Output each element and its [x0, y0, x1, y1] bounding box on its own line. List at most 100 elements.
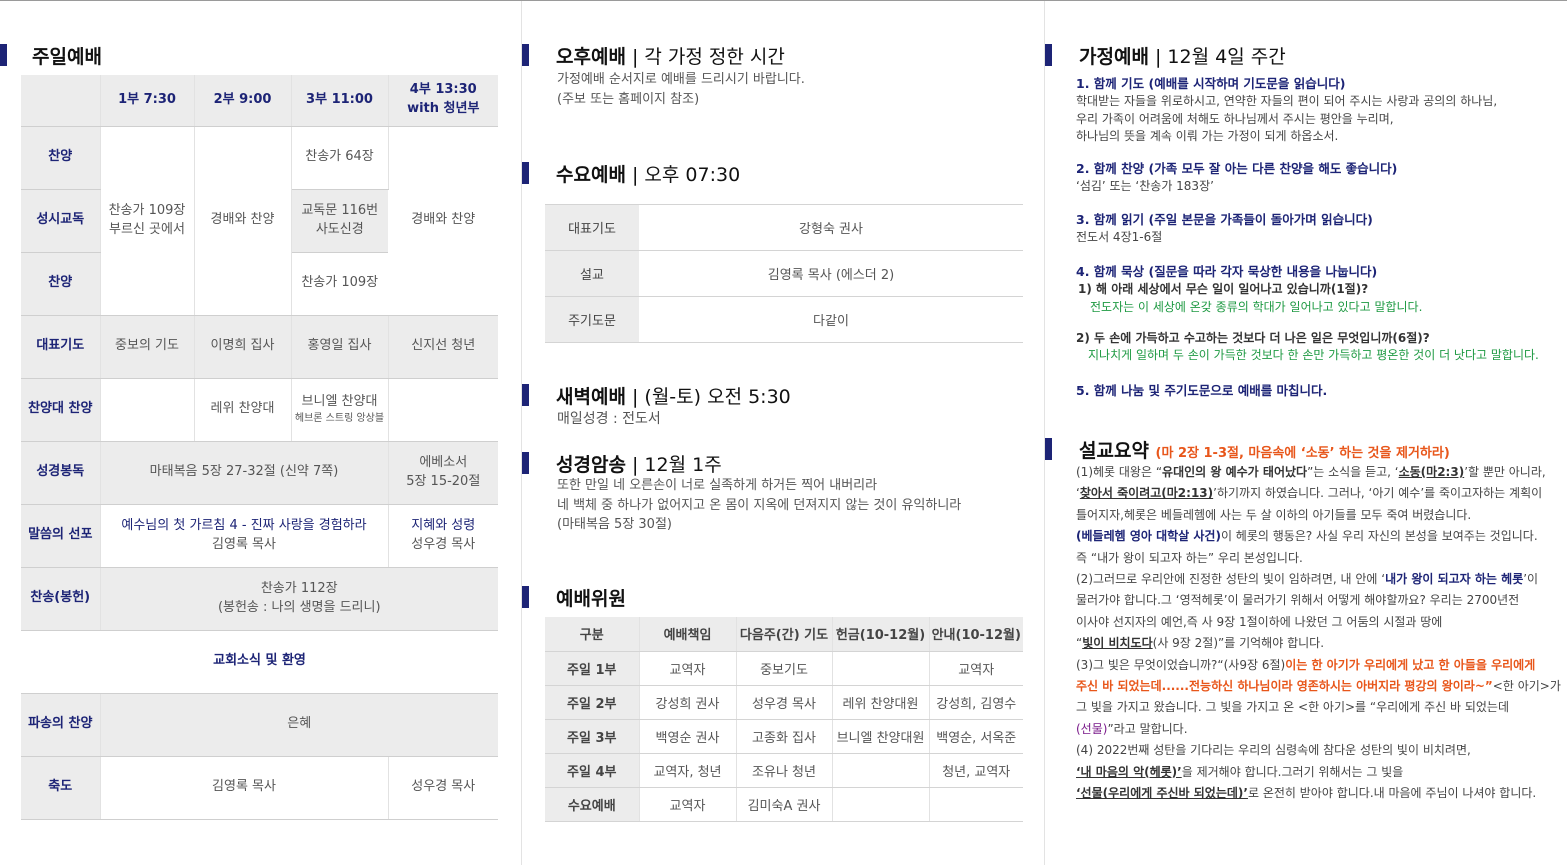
family-step-4: 4. 함께 묵상 (질문을 따라 각자 묵상한 내용을 나눕니다) 1) 해 아… [1076, 264, 1539, 363]
label-praise: 찬양 [21, 126, 101, 190]
label-prayer: 대표기도 [21, 315, 101, 379]
cell-benediction-4: 성우경 목사 [388, 756, 498, 820]
staff-cell: 강성희, 김영수 [929, 685, 1023, 720]
label-sermon: 말씀의 선포 [21, 504, 101, 568]
family-step-1: 1. 함께 기도 (예배를 시작하며 기도문을 읽습니다) 학대받는 자들을 위… [1076, 76, 1498, 143]
staff-header-offering: 헌금(10-12월) [832, 617, 930, 652]
staff-cell [832, 787, 930, 822]
services-column: 오후예배 | 각 가정 정한 시간 가정예배 순서지로 예배를 드리시기 바랍니… [521, 1, 1044, 865]
label-scripture: 성경봉독 [21, 441, 101, 505]
cell-hymn-109b: 찬송가 109장 [291, 252, 388, 316]
family-step-3: 3. 함께 읽기 (주일 본문을 가족들이 돌아가며 읽습니다) 전도서 4장1… [1076, 212, 1373, 245]
staff-row-label: 주일 2부 [545, 685, 640, 720]
cell-sermon-4: 지혜와 성령 성우경 목사 [388, 504, 498, 568]
cell-sending-praise: 은혜 [100, 693, 498, 757]
cell-choir-3: 브니엘 찬양대 헤브론 스트링 앙상블 [291, 378, 389, 442]
sunday-column: 주일예배 1부 7:30 2부 9:00 3부 11:00 4부 13:30 wi… [0, 1, 521, 865]
section-marker [522, 586, 529, 608]
cell-worship-praise-4: 경배와 찬양 [388, 126, 498, 316]
family-step-5: 5. 함께 나눔 및 주기도문으로 예배를 마칩니다. [1076, 383, 1328, 398]
section-marker [1045, 44, 1052, 66]
sermon-summary-title: 설교요약 (마 2장 1-3절, 마음속에 ‘소동’ 하는 것을 제거하라) [1079, 440, 1450, 462]
table-row: 주일 4부 교역자, 청년 조유나 청년 청년, 교역자 [545, 753, 1023, 788]
staff-cell: 조유나 청년 [736, 753, 833, 788]
sunday-order-table: 1부 7:30 2부 9:00 3부 11:00 4부 13:30 with 청년… [21, 75, 498, 820]
label-benediction: 축도 [21, 756, 101, 820]
staff-cell: 교역자 [639, 787, 737, 822]
wed-label-sermon: 설교 [545, 250, 639, 297]
staff-row-label: 주일 3부 [545, 719, 640, 754]
cell-sermon-main: 예수님의 첫 가르침 4 - 진짜 사랑을 경험하라 김영록 목사 [100, 504, 389, 568]
cell-offering: 찬송가 112장 (봉헌송 : 나의 생명을 드리니) [100, 567, 498, 631]
staff-cell: 교역자 [929, 651, 1023, 686]
staff-header-usher: 안내(10-12월) [929, 617, 1023, 652]
cell-prayer-4: 신지선 청년 [388, 315, 498, 379]
wed-label-prayer: 대표기도 [545, 204, 639, 251]
staff-cell [832, 753, 930, 788]
staff-cell: 중보기도 [736, 651, 833, 686]
staff-header-leader: 예배책임 [639, 617, 737, 652]
table-row: 주일 2부 강성희 권사 성우경 목사 레위 찬양대원 강성희, 김영수 [545, 685, 1023, 720]
cell-creed: 교독문 116번 사도신경 [291, 189, 388, 253]
section-marker [0, 44, 7, 66]
staff-row-label: 수요예배 [545, 787, 640, 822]
wed-value-lords-prayer: 다같이 [639, 296, 1023, 343]
sermon-summary-text: (1)헤롯 대왕은 “유대인의 왕 예수가 태어났다”는 소식을 듣고, ‘소동… [1076, 465, 1561, 801]
cell-scripture-main: 마태복음 5장 27-32절 (신약 7쪽) [100, 441, 389, 505]
table-row: 수요예배 교역자 김미숙A 권사 [545, 787, 1023, 822]
section-marker [522, 384, 529, 406]
cell-hymn-109: 찬송가 109장 부르신 곳에서 [100, 126, 195, 316]
family-column: 가정예배 | 12월 4일 주간 1. 함께 기도 (예배를 시작하며 기도문을… [1044, 1, 1567, 865]
staff-cell [832, 651, 930, 686]
cell-choir-4 [388, 378, 498, 442]
table-row: 주일 3부 백영순 권사 고종화 집사 브니엘 찬양대원 백영순, 서옥준 [545, 719, 1023, 754]
label-praise-2: 찬양 [21, 252, 101, 316]
dawn-desc: 매일성경 : 전도서 [557, 411, 661, 427]
cell-choir-2: 레위 찬양대 [194, 378, 292, 442]
header-service-3: 3부 11:00 [291, 75, 389, 127]
afternoon-title: 오후예배 | 각 가정 정한 시간 [556, 46, 785, 68]
cell-prayer-3: 홍영일 집사 [291, 315, 389, 379]
label-offering: 찬송(봉헌) [21, 567, 101, 631]
wed-label-lords-prayer: 주기도문 [545, 296, 639, 343]
family-title: 가정예배 | 12월 4일 주간 [1079, 46, 1286, 68]
family-step-2: 2. 함께 찬양 (가족 모두 잘 아는 다른 찬양을 해도 좋습니다) ‘섬김… [1076, 161, 1398, 194]
wednesday-table: 대표기도 강형숙 권사 설교 김영록 목사 (에스더 2) 주기도문 다같이 [545, 204, 1023, 343]
cell-prayer-2: 이명희 집사 [194, 315, 292, 379]
staff-cell: 고종화 집사 [736, 719, 833, 754]
staff-row-label: 주일 4부 [545, 753, 640, 788]
header-service-4: 4부 13:30 with 청년부 [388, 75, 498, 127]
cell-choir-1 [100, 378, 195, 442]
staff-row-label: 주일 1부 [545, 651, 640, 686]
dawn-title: 새벽예배 | (월-토) 오전 5:30 [556, 386, 791, 408]
wednesday-title: 수요예배 | 오후 07:30 [556, 164, 741, 186]
staff-cell: 브니엘 찬양대원 [832, 719, 930, 754]
header-empty [21, 75, 101, 127]
label-responsive-reading: 성시교독 [21, 189, 101, 253]
sunday-title: 주일예배 [32, 46, 102, 68]
staff-table: 구분 예배책임 다음주(간) 기도 헌금(10-12월) 안내(10-12월) … [545, 617, 1023, 822]
section-marker [1045, 438, 1052, 460]
staff-title: 예배위원 [556, 588, 626, 610]
staff-cell: 교역자 [639, 651, 737, 686]
staff-cell: 강성희 권사 [639, 685, 737, 720]
staff-cell: 레위 찬양대원 [832, 685, 930, 720]
header-service-1: 1부 7:30 [100, 75, 195, 127]
staff-cell: 성우경 목사 [736, 685, 833, 720]
wed-value-sermon: 김영록 목사 (에스더 2) [639, 250, 1023, 297]
memory-title: 성경암송 | 12월 1주 [556, 454, 722, 476]
afternoon-desc: 가정예배 순서지로 예배를 드리시기 바랍니다. (주보 또는 홈페이지 참조) [557, 72, 805, 108]
cell-scripture-4: 에베소서 5장 15-20절 [388, 441, 498, 505]
staff-cell: 백영순 권사 [639, 719, 737, 754]
section-marker [522, 162, 529, 184]
label-choir: 찬양대 찬양 [21, 378, 101, 442]
cell-worship-praise: 경배와 찬양 [194, 126, 292, 316]
staff-cell: 교역자, 청년 [639, 753, 737, 788]
staff-cell [929, 787, 1023, 822]
cell-prayer-1: 중보의 기도 [100, 315, 195, 379]
wed-value-prayer: 강형숙 권사 [639, 204, 1023, 251]
staff-cell: 청년, 교역자 [929, 753, 1023, 788]
section-marker [522, 44, 529, 66]
cell-benediction-main: 김영록 목사 [100, 756, 389, 820]
staff-header-category: 구분 [545, 617, 640, 652]
